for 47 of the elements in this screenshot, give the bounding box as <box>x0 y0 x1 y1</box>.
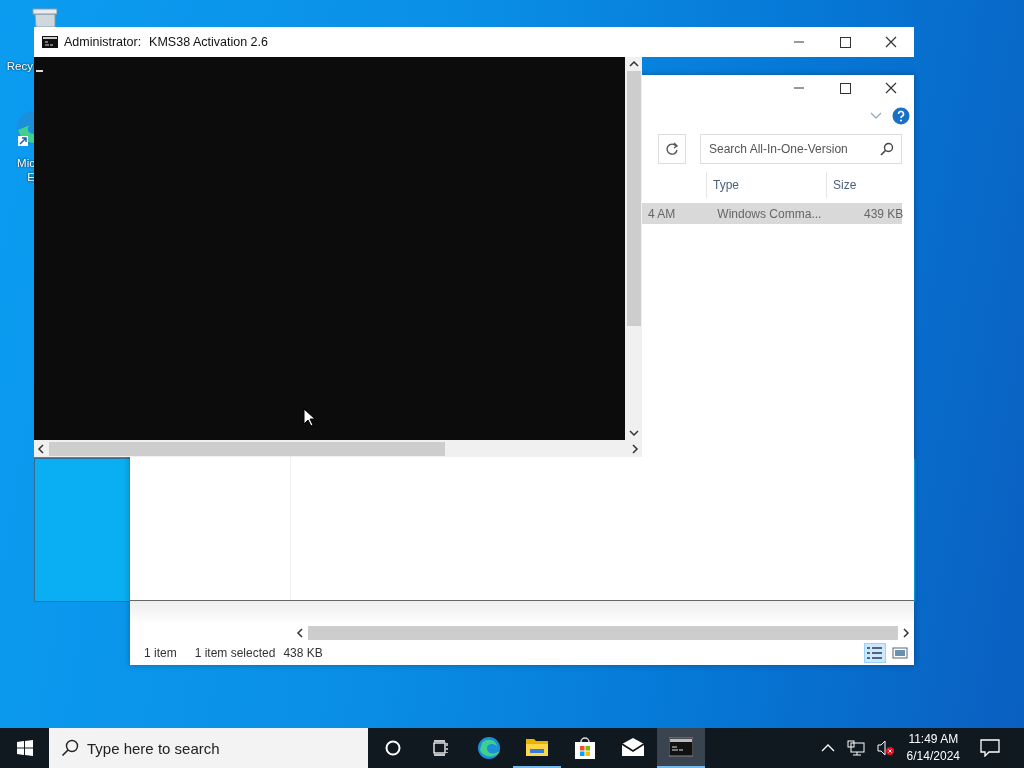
details-view-icon[interactable] <box>864 643 886 663</box>
column-header[interactable]: Type <box>706 172 826 198</box>
icon-label[interactable]: Mic <box>17 156 35 170</box>
window-title: KMS38 Activation 2.6 <box>149 35 268 49</box>
search-field[interactable]: Search All-In-One-Version <box>700 134 902 164</box>
search-icon <box>880 142 894 156</box>
search-field[interactable]: Type here to search <box>49 728 368 768</box>
search-icon <box>61 739 79 757</box>
file-row[interactable]: 4 AM Windows Comma... 439 KB <box>642 203 902 224</box>
refresh-icon <box>665 142 679 156</box>
column-header[interactable]: Size <box>826 172 902 198</box>
console-icon <box>42 36 58 48</box>
status-text: 1 item <box>144 646 177 660</box>
scroll-left-icon[interactable] <box>37 443 45 454</box>
recycle-bin-icon[interactable] <box>31 8 57 27</box>
text-cursor <box>36 70 43 72</box>
clock[interactable]: 11:49 AM 6/14/2024 <box>900 731 966 765</box>
edge-icon <box>477 736 501 760</box>
table-cell-text: 4 AM <box>647 206 677 221</box>
mouse-pointer-icon <box>303 408 317 428</box>
chevron-up-icon[interactable] <box>820 743 835 753</box>
scroll-up-icon[interactable] <box>628 60 639 68</box>
circle-icon <box>385 740 401 756</box>
network-icon[interactable] <box>846 740 865 756</box>
muted-speaker-icon[interactable] <box>876 740 895 756</box>
scroll-right-icon[interactable] <box>902 628 910 638</box>
scrollbar-thumb[interactable] <box>49 441 445 456</box>
taskbar-button[interactable] <box>657 728 705 768</box>
scroll-down-icon[interactable] <box>628 429 639 437</box>
scrollbar-thumb[interactable] <box>626 71 641 326</box>
scrollbar-thumb[interactable] <box>308 626 898 640</box>
status-text: 1 item selected <box>194 646 276 660</box>
icon-label[interactable]: E <box>27 170 35 184</box>
scroll-left-icon[interactable] <box>296 628 304 638</box>
scroll-right-icon[interactable] <box>631 443 639 454</box>
shopping-bag-icon <box>573 736 597 760</box>
table-cell-text: Windows Comma... <box>716 206 823 221</box>
status-text: 438 KB <box>283 646 323 660</box>
icon-label[interactable]: Recy <box>6 59 33 73</box>
window-title: Administrator: <box>64 35 142 49</box>
console-icon <box>669 735 693 759</box>
refresh-button[interactable] <box>658 134 686 164</box>
task-view-icon <box>432 740 450 756</box>
windows-logo-icon <box>16 740 33 756</box>
notifications-icon[interactable] <box>980 739 1000 757</box>
table-cell-text: 439 KB <box>863 206 905 221</box>
help-icon[interactable] <box>892 106 910 125</box>
